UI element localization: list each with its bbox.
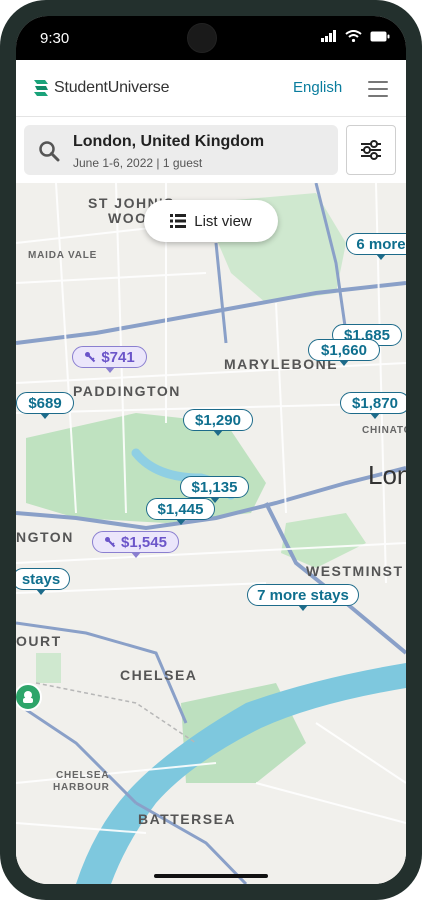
pin-price: $1,290 xyxy=(195,411,241,429)
signal-icon xyxy=(321,30,336,42)
map-pin-1290[interactable]: $1,290 xyxy=(183,409,253,436)
map-view[interactable]: ST JOHN'S WOOD MAIDA VALE MARYLEBONE PAD… xyxy=(16,183,406,884)
key-icon xyxy=(84,351,96,363)
map-pin-1545-deal[interactable]: $1,545 xyxy=(92,531,179,558)
search-location: London, United Kingdom xyxy=(73,133,265,150)
pin-label: stays xyxy=(21,570,61,588)
studentuniverse-logo-icon xyxy=(34,80,48,96)
front-camera xyxy=(187,23,217,53)
map-label-kensington: NGTON xyxy=(16,529,74,545)
search-separator: | xyxy=(156,156,160,170)
list-icon xyxy=(170,214,187,228)
pin-price: $689 xyxy=(28,394,62,412)
pin-price: $1,660 xyxy=(321,341,367,359)
search-dates: June 1-6, 2022 xyxy=(73,156,154,170)
map-pin-1135[interactable]: $1,135 xyxy=(180,476,249,503)
status-icons xyxy=(321,30,390,42)
language-selector[interactable]: English xyxy=(293,79,342,96)
battery-icon xyxy=(370,31,390,41)
search-summary-box[interactable]: London, United Kingdom June 1-6, 2022 | … xyxy=(24,125,338,175)
map-pin-6-more[interactable]: 6 more xyxy=(346,233,406,260)
key-icon xyxy=(104,536,116,548)
search-guests: 1 guest xyxy=(162,156,203,170)
pin-price: $741 xyxy=(101,348,135,366)
brand-logo[interactable]: StudentUniverse xyxy=(32,78,169,98)
filter-sliders-icon xyxy=(361,140,381,160)
map-label-chelsea: CHELSEA xyxy=(120,667,198,683)
list-view-label: List view xyxy=(194,212,252,230)
status-bar: 9:30 xyxy=(16,16,406,60)
map-pin-1870[interactable]: $1,870 xyxy=(340,392,406,419)
list-view-button[interactable]: List view xyxy=(144,200,278,242)
map-pin-689[interactable]: $689 xyxy=(16,392,74,419)
phone-frame: 9:30 StudentUniverse English London, Uni… xyxy=(0,0,422,900)
map-label-maida-vale: MAIDA VALE xyxy=(28,250,98,261)
wifi-icon xyxy=(345,30,362,42)
pin-price: $1,545 xyxy=(121,533,167,551)
map-label-battersea: BATTERSEA xyxy=(138,811,237,827)
hamburger-menu-icon[interactable] xyxy=(368,81,388,97)
map-pin-7-more-stays[interactable]: 7 more stays xyxy=(247,584,359,611)
status-time: 9:30 xyxy=(40,30,70,47)
pin-price: $1,135 xyxy=(191,478,238,496)
map-label-chinatown: CHINATO xyxy=(362,425,406,436)
map-pin-741-deal[interactable]: $741 xyxy=(72,346,147,373)
map-label-paddington: PADDINGTON xyxy=(73,383,181,399)
map-label-chelsea-harbour: CHELSEA xyxy=(56,770,110,781)
search-bar: London, United Kingdom June 1-6, 2022 | … xyxy=(16,117,406,183)
filter-button[interactable] xyxy=(346,125,396,175)
map-pin-stays[interactable]: stays xyxy=(16,568,70,595)
pin-label: 7 more stays xyxy=(257,586,349,604)
map-label-london: Lon xyxy=(368,460,406,490)
search-details: June 1-6, 2022 | 1 guest xyxy=(73,156,202,170)
search-icon xyxy=(39,141,60,162)
map-pin-1660[interactable]: $1,660 xyxy=(308,339,380,366)
map-label-westminster: WESTMINST xyxy=(306,563,404,579)
pin-price: $1,445 xyxy=(157,500,204,518)
map-pin-1445[interactable]: $1,445 xyxy=(146,498,215,525)
home-indicator[interactable] xyxy=(154,874,268,878)
screen: 9:30 StudentUniverse English London, Uni… xyxy=(16,16,406,884)
map-label-chelsea-harbour-2: HARBOUR xyxy=(53,782,110,793)
pin-price: $1,870 xyxy=(352,394,398,412)
brand-name: StudentUniverse xyxy=(54,79,170,96)
app-header: StudentUniverse English xyxy=(16,60,406,117)
map-label-earls-court: OURT xyxy=(16,633,62,649)
pin-label: 6 more xyxy=(356,235,406,253)
